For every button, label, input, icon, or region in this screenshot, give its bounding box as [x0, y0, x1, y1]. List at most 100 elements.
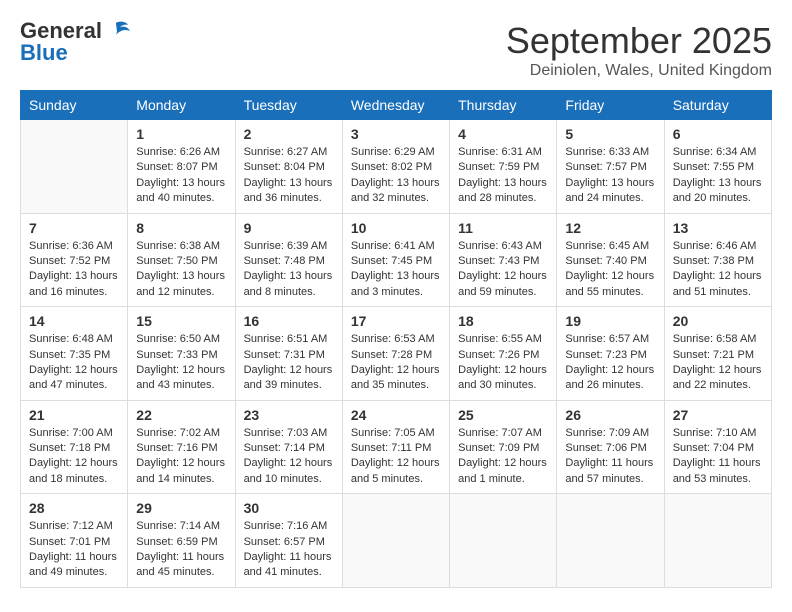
day-info: Sunrise: 6:29 AMSunset: 8:02 PMDaylight:… [351, 145, 441, 207]
column-header-tuesday: Tuesday [235, 91, 342, 120]
calendar-cell: 10Sunrise: 6:41 AMSunset: 7:45 PMDayligh… [342, 213, 449, 307]
day-info: Sunrise: 6:57 AMSunset: 7:23 PMDaylight:… [565, 332, 655, 394]
logo-blue-text: Blue [20, 42, 68, 64]
calendar-cell: 8Sunrise: 6:38 AMSunset: 7:50 PMDaylight… [128, 213, 235, 307]
week-row-3: 14 Sunrise: 6:48 AMSunset: 7:35 PMDayligh… [21, 307, 772, 401]
column-header-thursday: Thursday [450, 91, 557, 120]
calendar-cell: 11 Sunrise: 6:43 AMSunset: 7:43 PMDayligh… [450, 213, 557, 307]
week-row-2: 7 Sunrise: 6:36 AMSunset: 7:52 PMDaylight… [21, 213, 772, 307]
day-info: Sunrise: 6:58 AMSunset: 7:21 PMDaylight:… [673, 332, 763, 394]
column-header-sunday: Sunday [21, 91, 128, 120]
day-info: Sunrise: 6:38 AMSunset: 7:50 PMDaylight:… [136, 239, 226, 301]
day-info: Sunrise: 6:36 AMSunset: 7:52 PMDaylight:… [29, 239, 119, 301]
day-number: 24 [351, 407, 441, 423]
calendar-cell: 5 Sunrise: 6:33 AMSunset: 7:57 PMDaylight… [557, 120, 664, 214]
column-header-saturday: Saturday [664, 91, 771, 120]
calendar-cell: 25 Sunrise: 7:07 AMSunset: 7:09 PMDayligh… [450, 400, 557, 494]
calendar-cell: 15 Sunrise: 6:50 AMSunset: 7:33 PMDayligh… [128, 307, 235, 401]
day-info: Sunrise: 6:46 AMSunset: 7:38 PMDaylight:… [673, 239, 763, 301]
day-info: Sunrise: 6:53 AMSunset: 7:28 PMDaylight:… [351, 332, 441, 394]
title-area: September 2025 Deiniolen, Wales, United … [506, 20, 772, 80]
calendar-cell: 14 Sunrise: 6:48 AMSunset: 7:35 PMDayligh… [21, 307, 128, 401]
day-info: Sunrise: 6:45 AMSunset: 7:40 PMDaylight:… [565, 239, 655, 301]
day-info: Sunrise: 6:33 AMSunset: 7:57 PMDaylight:… [565, 145, 655, 207]
day-number: 29 [136, 500, 226, 516]
day-number: 7 [29, 220, 119, 236]
calendar-cell: 17Sunrise: 6:53 AMSunset: 7:28 PMDayligh… [342, 307, 449, 401]
day-info: Sunrise: 7:14 AMSunset: 6:59 PMDaylight:… [136, 519, 226, 581]
day-number: 30 [244, 500, 334, 516]
day-number: 20 [673, 313, 763, 329]
day-number: 23 [244, 407, 334, 423]
day-info: Sunrise: 6:43 AMSunset: 7:43 PMDaylight:… [458, 239, 548, 301]
calendar-cell: 1Sunrise: 6:26 AMSunset: 8:07 PMDaylight… [128, 120, 235, 214]
day-number: 6 [673, 126, 763, 142]
day-number: 25 [458, 407, 548, 423]
calendar-cell [21, 120, 128, 214]
calendar-cell: 9 Sunrise: 6:39 AMSunset: 7:48 PMDaylight… [235, 213, 342, 307]
calendar-cell: 6 Sunrise: 6:34 AMSunset: 7:55 PMDaylight… [664, 120, 771, 214]
logo: General Blue [20, 20, 130, 64]
day-info: Sunrise: 7:10 AMSunset: 7:04 PMDaylight:… [673, 426, 763, 488]
week-row-5: 28 Sunrise: 7:12 AMSunset: 7:01 PMDayligh… [21, 494, 772, 588]
day-info: Sunrise: 7:09 AMSunset: 7:06 PMDaylight:… [565, 426, 655, 488]
calendar-cell: 26 Sunrise: 7:09 AMSunset: 7:06 PMDayligh… [557, 400, 664, 494]
day-info: Sunrise: 6:50 AMSunset: 7:33 PMDaylight:… [136, 332, 226, 394]
day-number: 5 [565, 126, 655, 142]
calendar-cell: 3 Sunrise: 6:29 AMSunset: 8:02 PMDaylight… [342, 120, 449, 214]
day-number: 10 [351, 220, 441, 236]
week-row-4: 21 Sunrise: 7:00 AMSunset: 7:18 PMDayligh… [21, 400, 772, 494]
day-number: 27 [673, 407, 763, 423]
logo-bird-icon [102, 21, 130, 41]
day-info: Sunrise: 6:27 AMSunset: 8:04 PMDaylight:… [244, 145, 334, 207]
calendar-cell [342, 494, 449, 588]
day-info: Sunrise: 7:07 AMSunset: 7:09 PMDaylight:… [458, 426, 548, 488]
location: Deiniolen, Wales, United Kingdom [506, 62, 772, 80]
day-info: Sunrise: 6:34 AMSunset: 7:55 PMDaylight:… [673, 145, 763, 207]
day-number: 21 [29, 407, 119, 423]
day-number: 15 [136, 313, 226, 329]
day-number: 2 [244, 126, 334, 142]
day-number: 16 [244, 313, 334, 329]
column-header-wednesday: Wednesday [342, 91, 449, 120]
day-info: Sunrise: 6:55 AMSunset: 7:26 PMDaylight:… [458, 332, 548, 394]
calendar-cell: 22Sunrise: 7:02 AMSunset: 7:16 PMDayligh… [128, 400, 235, 494]
day-number: 13 [673, 220, 763, 236]
day-number: 14 [29, 313, 119, 329]
day-number: 11 [458, 220, 548, 236]
calendar-cell: 18 Sunrise: 6:55 AMSunset: 7:26 PMDayligh… [450, 307, 557, 401]
day-info: Sunrise: 7:12 AMSunset: 7:01 PMDaylight:… [29, 519, 119, 581]
calendar-table: SundayMondayTuesdayWednesdayThursdayFrid… [20, 90, 772, 588]
day-info: Sunrise: 6:31 AMSunset: 7:59 PMDaylight:… [458, 145, 548, 207]
logo-text: General [20, 20, 102, 42]
day-info: Sunrise: 7:00 AMSunset: 7:18 PMDaylight:… [29, 426, 119, 488]
day-number: 9 [244, 220, 334, 236]
calendar-cell: 21 Sunrise: 7:00 AMSunset: 7:18 PMDayligh… [21, 400, 128, 494]
calendar-cell: 4Sunrise: 6:31 AMSunset: 7:59 PMDaylight… [450, 120, 557, 214]
day-number: 3 [351, 126, 441, 142]
calendar-cell [664, 494, 771, 588]
calendar-cell: 7 Sunrise: 6:36 AMSunset: 7:52 PMDaylight… [21, 213, 128, 307]
day-number: 26 [565, 407, 655, 423]
calendar-cell: 28 Sunrise: 7:12 AMSunset: 7:01 PMDayligh… [21, 494, 128, 588]
calendar-cell: 30Sunrise: 7:16 AMSunset: 6:57 PMDayligh… [235, 494, 342, 588]
calendar-cell: 20 Sunrise: 6:58 AMSunset: 7:21 PMDayligh… [664, 307, 771, 401]
week-row-1: 1Sunrise: 6:26 AMSunset: 8:07 PMDaylight… [21, 120, 772, 214]
day-number: 28 [29, 500, 119, 516]
day-number: 18 [458, 313, 548, 329]
calendar-cell: 12 Sunrise: 6:45 AMSunset: 7:40 PMDayligh… [557, 213, 664, 307]
day-info: Sunrise: 6:39 AMSunset: 7:48 PMDaylight:… [244, 239, 334, 301]
day-number: 12 [565, 220, 655, 236]
day-info: Sunrise: 6:26 AMSunset: 8:07 PMDaylight:… [136, 145, 226, 207]
day-info: Sunrise: 7:03 AMSunset: 7:14 PMDaylight:… [244, 426, 334, 488]
calendar-cell: 13 Sunrise: 6:46 AMSunset: 7:38 PMDayligh… [664, 213, 771, 307]
page-header: General Blue September 2025 Deiniolen, W… [20, 20, 772, 80]
calendar-cell: 27 Sunrise: 7:10 AMSunset: 7:04 PMDayligh… [664, 400, 771, 494]
calendar-cell: 19Sunrise: 6:57 AMSunset: 7:23 PMDayligh… [557, 307, 664, 401]
day-info: Sunrise: 6:48 AMSunset: 7:35 PMDaylight:… [29, 332, 119, 394]
calendar-cell: 23 Sunrise: 7:03 AMSunset: 7:14 PMDayligh… [235, 400, 342, 494]
month-title: September 2025 [506, 20, 772, 62]
calendar-cell [557, 494, 664, 588]
day-number: 22 [136, 407, 226, 423]
day-info: Sunrise: 6:51 AMSunset: 7:31 PMDaylight:… [244, 332, 334, 394]
